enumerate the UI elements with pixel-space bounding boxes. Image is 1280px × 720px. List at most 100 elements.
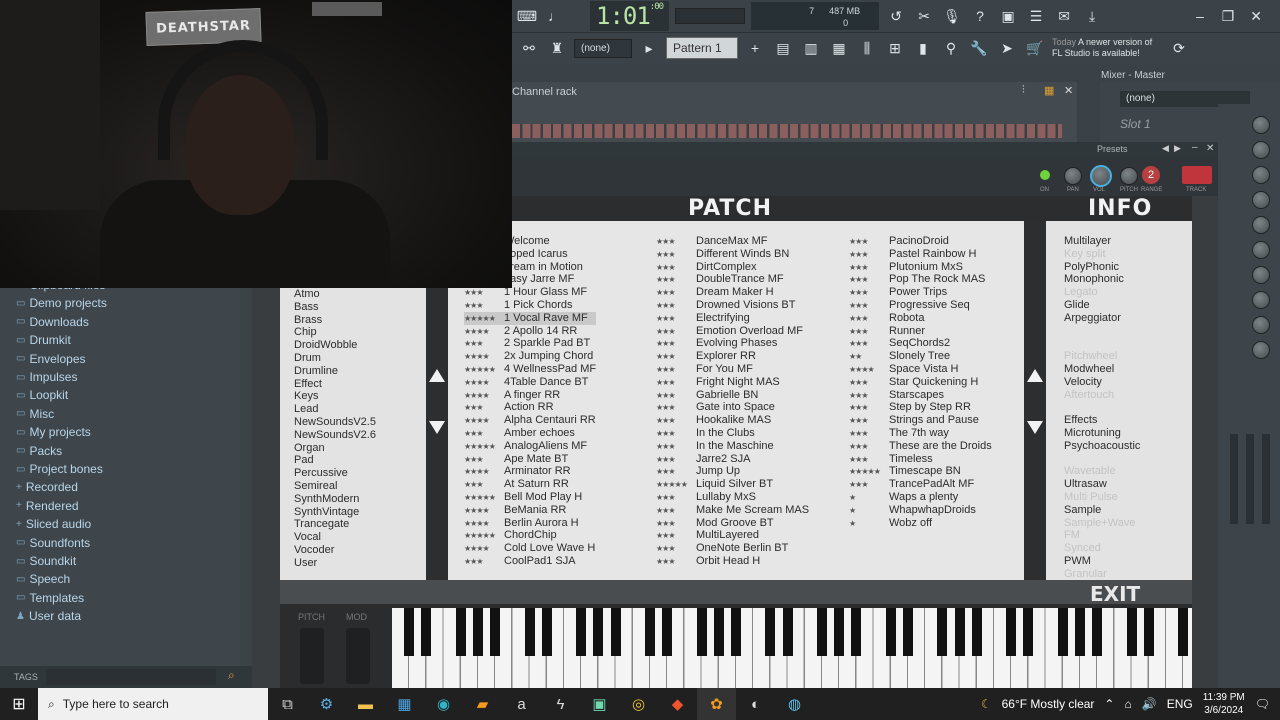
- add-pattern-icon[interactable]: +: [744, 37, 766, 59]
- patch-item[interactable]: ★★★★★ 4 WellnessPad MF: [464, 363, 596, 376]
- network-icon[interactable]: ⌂: [1124, 697, 1131, 711]
- plugin-picker-icon[interactable]: ⊞: [884, 37, 906, 59]
- patch-item[interactable]: ★★★★ 2x Jumping Chord: [464, 350, 596, 363]
- black-key[interactable]: [765, 608, 776, 656]
- patch-item[interactable]: ★★★★ 2 Apollo 14 RR: [464, 325, 596, 338]
- patch-item[interactable]: ★★★ Step by Step RR: [849, 401, 992, 414]
- rating-stars[interactable]: ★★★: [656, 428, 696, 441]
- tempo-icon[interactable]: ➤: [996, 37, 1018, 59]
- patch-item[interactable]: ★★★★★ Liquid Silver BT: [656, 478, 809, 491]
- song-position[interactable]: 1:01:00: [590, 1, 670, 31]
- mixer-knob[interactable]: [1252, 116, 1270, 134]
- black-key[interactable]: [1006, 608, 1017, 656]
- category-item[interactable]: Trancegate: [280, 518, 426, 531]
- patch-item[interactable]: ★★★★★ Bell Mod Play H: [464, 491, 596, 504]
- patch-item[interactable]: ★★★ Evolving Phases: [656, 337, 809, 350]
- browser-item[interactable]: ▭ Speech: [16, 572, 70, 586]
- patch-item[interactable]: ★★★★ BeMania RR: [464, 504, 596, 517]
- patch-item[interactable]: ★★★ Pop The Rock MAS: [849, 273, 992, 286]
- patch-item[interactable]: ★★★ In the Clubs: [656, 427, 809, 440]
- patch-item[interactable]: ★★★ Ape Mate BT: [464, 453, 596, 466]
- pattern-select[interactable]: Pattern 1: [666, 37, 738, 59]
- patch-item[interactable]: ★★★ Amber echoes: [464, 427, 596, 440]
- category-item[interactable]: Drumline: [280, 365, 426, 378]
- cart-icon[interactable]: 🛒: [1024, 37, 1046, 59]
- category-item[interactable]: NewSoundsV2.5: [280, 416, 426, 429]
- browser-item[interactable]: ▭ Loopkit: [16, 388, 68, 402]
- category-item[interactable]: User: [280, 557, 426, 570]
- amazon-icon[interactable]: a: [502, 688, 541, 720]
- black-key[interactable]: [903, 608, 913, 656]
- mixer-fader[interactable]: [1246, 434, 1254, 524]
- black-key[interactable]: [1178, 608, 1189, 656]
- mixer-knob[interactable]: [1252, 191, 1270, 209]
- scroll-up-icon[interactable]: [429, 369, 445, 382]
- browser-item[interactable]: ▭ Misc: [16, 407, 54, 421]
- chrome-icon[interactable]: ◎: [619, 688, 658, 720]
- patch-item[interactable]: ★★★ PacinoDroid: [849, 235, 992, 248]
- black-key[interactable]: [421, 608, 432, 656]
- typing-keyboard-icon[interactable]: ⌨: [516, 5, 538, 27]
- volume-icon[interactable]: 🔊: [1142, 697, 1157, 711]
- browser-item[interactable]: ▭ My projects: [16, 425, 91, 439]
- scroll-down-icon[interactable]: [429, 421, 445, 434]
- black-key[interactable]: [662, 608, 673, 656]
- close-icon[interactable]: ✕: [1245, 5, 1267, 27]
- task-view-icon[interactable]: ⧉: [268, 688, 307, 720]
- browser-item[interactable]: ▭ Demo projects: [16, 296, 107, 310]
- scroll-up-icon[interactable]: [1027, 369, 1043, 382]
- pitch-knob[interactable]: [1120, 167, 1138, 185]
- patch-item[interactable]: ★★★ CoolPad1 SJA: [464, 555, 596, 568]
- black-key[interactable]: [1143, 608, 1154, 656]
- category-item[interactable]: Percussive: [280, 467, 426, 480]
- mixer-fader[interactable]: [1230, 434, 1238, 524]
- rating-stars[interactable]: ★★★: [656, 364, 696, 377]
- browser-item[interactable]: ▭ Templates: [16, 591, 84, 605]
- patch-item[interactable]: ★★★ Starscapes: [849, 389, 992, 402]
- rating-stars[interactable]: ★★★★: [464, 505, 504, 518]
- patch-item[interactable]: ★★★ Dream Maker H: [656, 286, 809, 299]
- patch-item[interactable]: ★★ Slonely Tree: [849, 350, 992, 363]
- app-icon[interactable]: ⚙: [307, 688, 346, 720]
- browser-item[interactable]: ▭ Project bones: [16, 462, 103, 476]
- chat-icon[interactable]: ✉: [1053, 5, 1075, 27]
- rating-stars[interactable]: ★★★: [656, 492, 696, 505]
- rating-stars[interactable]: ★★★: [849, 236, 889, 249]
- patch-item[interactable]: ★★★ Action RR: [464, 401, 596, 414]
- playlist-icon[interactable]: ▤: [772, 37, 794, 59]
- patch-item[interactable]: ★★★ For You MF: [656, 363, 809, 376]
- black-key[interactable]: [713, 608, 724, 656]
- rating-stars[interactable]: ★★★: [849, 441, 889, 454]
- black-key[interactable]: [885, 608, 896, 656]
- prev-preset-icon[interactable]: ◀: [1162, 143, 1169, 154]
- category-item[interactable]: SynthVintage: [280, 506, 426, 519]
- pitch-range-value[interactable]: 2: [1142, 166, 1160, 184]
- patch-item[interactable]: ★ WhapwhapDroids: [849, 504, 992, 517]
- patch-item[interactable]: ★★★ Orbit Head H: [656, 555, 809, 568]
- live-icon[interactable]: ▣: [580, 688, 619, 720]
- black-key[interactable]: [490, 608, 501, 656]
- category-item[interactable]: Organ: [280, 442, 426, 455]
- notification-icon[interactable]: 🗨: [1255, 697, 1270, 711]
- rating-stars[interactable]: ★★★: [656, 505, 696, 518]
- patch-item[interactable]: ★★★ At Saturn RR: [464, 478, 596, 491]
- mixer-knob[interactable]: [1252, 141, 1270, 159]
- black-key[interactable]: [954, 608, 965, 656]
- mod-wheel[interactable]: [346, 628, 370, 684]
- mixer-view-icon[interactable]: ⫼: [856, 37, 878, 59]
- refresh-news-icon[interactable]: ⟳: [1168, 37, 1190, 59]
- patch-item[interactable]: ★★★ Different Winds BN: [656, 248, 809, 261]
- patch-item[interactable]: ★★★ Power Trips: [849, 286, 992, 299]
- category-item[interactable]: Vocal: [280, 531, 426, 544]
- patch-item[interactable]: ★★★ Mod Groove BT: [656, 517, 809, 530]
- patch-item[interactable]: ★★★ Jump Up: [656, 465, 809, 478]
- windows-start-icon[interactable]: ⊞: [0, 688, 38, 720]
- patch-item[interactable]: ★★★★ Cold Love Wave H: [464, 542, 596, 555]
- rating-stars[interactable]: ★★★: [656, 236, 696, 249]
- clock[interactable]: 11:39 PM 3/6/2024: [1203, 691, 1245, 717]
- search-icon[interactable]: ⌕: [228, 668, 235, 683]
- category-item[interactable]: Effect: [280, 378, 426, 391]
- patch-item[interactable]: ★★★★ Space Vista H: [849, 363, 992, 376]
- patch-item[interactable]: ★★★ Emotion Overload MF: [656, 325, 809, 338]
- rack-close-icon[interactable]: ✕: [1064, 84, 1073, 97]
